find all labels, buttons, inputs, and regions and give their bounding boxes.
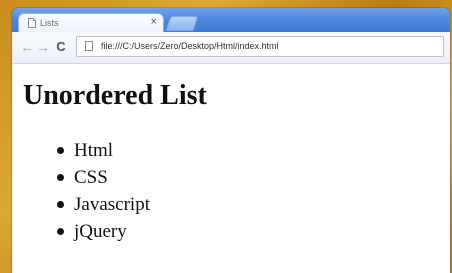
address-url[interactable]: file:///C:/Users/Zero/Desktop/Html/index… [101, 40, 279, 52]
browser-window: Lists × ← → C file:///C:/Users/Zero/Desk… [12, 8, 450, 273]
bullet-icon [57, 174, 64, 181]
list-item-label: CSS [74, 167, 108, 188]
list-item: jQuery [53, 218, 150, 245]
tab-strip: Lists × [12, 8, 450, 33]
reload-icon[interactable]: C [52, 38, 70, 56]
page-icon [28, 18, 36, 28]
new-tab-icon[interactable] [165, 16, 199, 31]
list-item-label: Javascript [74, 194, 150, 215]
page-content: Unordered List Html CSS Javascript jQuer… [12, 64, 450, 273]
bullet-icon [57, 201, 64, 208]
list-item-label: jQuery [74, 221, 127, 242]
page-title: Unordered List [23, 80, 207, 111]
bullet-icon [57, 147, 64, 154]
tab-title: Lists [40, 18, 59, 28]
list-item: Html [53, 137, 150, 164]
tab-lists[interactable]: Lists × [18, 13, 164, 33]
forward-icon[interactable]: → [34, 38, 52, 56]
bullet-icon [57, 228, 64, 235]
toolbar: ← → C file:///C:/Users/Zero/Desktop/Html… [12, 32, 450, 64]
address-bar[interactable]: file:///C:/Users/Zero/Desktop/Html/index… [76, 36, 444, 57]
list-item: CSS [53, 164, 150, 191]
unordered-list: Html CSS Javascript jQuery [53, 137, 150, 245]
list-item: Javascript [53, 191, 150, 218]
list-item-label: Html [74, 140, 114, 161]
close-icon[interactable]: × [151, 16, 157, 28]
page-icon [85, 41, 93, 51]
